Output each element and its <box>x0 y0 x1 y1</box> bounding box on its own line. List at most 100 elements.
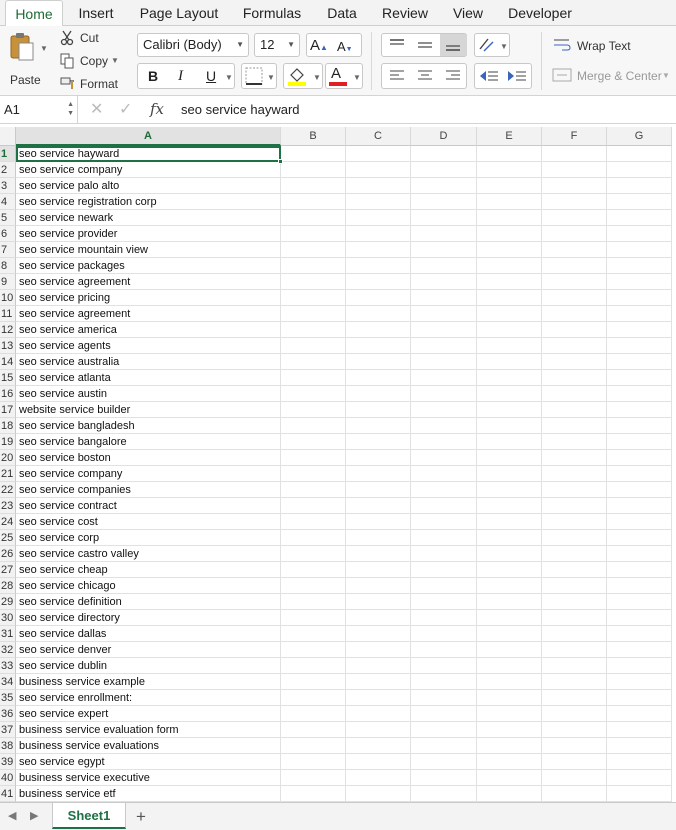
cell-empty[interactable] <box>411 722 477 738</box>
previous-sheet-icon[interactable]: ◀ <box>8 803 16 830</box>
cell-a[interactable]: seo service cheap <box>16 562 281 578</box>
cell-a[interactable]: seo service denver <box>16 642 281 658</box>
cell-empty[interactable] <box>542 674 607 690</box>
cell-empty[interactable] <box>477 530 542 546</box>
cell-a[interactable]: seo service cost <box>16 514 281 530</box>
cell-empty[interactable] <box>542 450 607 466</box>
cell-empty[interactable] <box>281 322 346 338</box>
cell-empty[interactable] <box>411 162 477 178</box>
cell-empty[interactable] <box>411 578 477 594</box>
cell-a[interactable]: seo service dallas <box>16 626 281 642</box>
cell-empty[interactable] <box>346 162 411 178</box>
cell-empty[interactable] <box>411 386 477 402</box>
cell-empty[interactable] <box>281 530 346 546</box>
row-header[interactable]: 26 <box>0 546 16 562</box>
cell-a[interactable]: seo service bangalore <box>16 434 281 450</box>
cell-empty[interactable] <box>542 226 607 242</box>
cell-empty[interactable] <box>607 786 672 802</box>
cell-empty[interactable] <box>542 754 607 770</box>
italic-button[interactable]: I <box>178 68 183 85</box>
fill-handle[interactable] <box>278 159 283 164</box>
cell-empty[interactable] <box>281 722 346 738</box>
cell-empty[interactable] <box>346 418 411 434</box>
row-header[interactable]: 40 <box>0 770 16 786</box>
cell-a[interactable]: seo service palo alto <box>16 178 281 194</box>
row-header[interactable]: 13 <box>0 338 16 354</box>
cell-empty[interactable] <box>477 690 542 706</box>
font-size-select[interactable]: 12 ▼ <box>254 33 300 57</box>
row-header[interactable]: 34 <box>0 674 16 690</box>
cell-empty[interactable] <box>281 674 346 690</box>
cell-empty[interactable] <box>477 322 542 338</box>
borders-button[interactable]: ▼ <box>241 63 277 89</box>
cell-empty[interactable] <box>477 450 542 466</box>
cell-empty[interactable] <box>346 274 411 290</box>
tab-view[interactable]: View <box>444 0 492 26</box>
cell-empty[interactable] <box>477 562 542 578</box>
cell-empty[interactable] <box>411 770 477 786</box>
cell-empty[interactable] <box>607 514 672 530</box>
cell-empty[interactable] <box>346 226 411 242</box>
column-header-c[interactable]: C <box>346 127 411 146</box>
orientation-button[interactable]: ▼ <box>474 33 510 57</box>
cell-empty[interactable] <box>477 242 542 258</box>
cell-empty[interactable] <box>607 690 672 706</box>
cell-empty[interactable] <box>607 466 672 482</box>
cell-empty[interactable] <box>411 322 477 338</box>
cell-empty[interactable] <box>607 530 672 546</box>
cell-empty[interactable] <box>281 354 346 370</box>
cell-empty[interactable] <box>607 178 672 194</box>
cell-empty[interactable] <box>346 386 411 402</box>
cell-empty[interactable] <box>542 178 607 194</box>
cell-a[interactable]: website service builder <box>16 402 281 418</box>
cancel-icon[interactable]: ✕ <box>90 96 103 123</box>
cell-empty[interactable] <box>346 770 411 786</box>
cell-empty[interactable] <box>542 610 607 626</box>
cell-empty[interactable] <box>281 738 346 754</box>
cell-empty[interactable] <box>411 690 477 706</box>
cell-empty[interactable] <box>346 466 411 482</box>
cell-empty[interactable] <box>411 370 477 386</box>
cell-empty[interactable] <box>607 498 672 514</box>
cell-a[interactable]: seo service directory <box>16 610 281 626</box>
cell-empty[interactable] <box>607 338 672 354</box>
cell-empty[interactable] <box>607 578 672 594</box>
cell-empty[interactable] <box>477 786 542 802</box>
tab-insert[interactable]: Insert <box>68 0 124 26</box>
cell-empty[interactable] <box>281 370 346 386</box>
cell-empty[interactable] <box>477 754 542 770</box>
cell-empty[interactable] <box>281 434 346 450</box>
cell-empty[interactable] <box>542 626 607 642</box>
cell-empty[interactable] <box>281 338 346 354</box>
cell-empty[interactable] <box>607 290 672 306</box>
cell-empty[interactable] <box>477 642 542 658</box>
row-header[interactable]: 12 <box>0 322 16 338</box>
row-header[interactable]: 5 <box>0 210 16 226</box>
cell-empty[interactable] <box>281 258 346 274</box>
cell-empty[interactable] <box>346 610 411 626</box>
cell-empty[interactable] <box>281 642 346 658</box>
cell-empty[interactable] <box>607 402 672 418</box>
cell-empty[interactable] <box>477 386 542 402</box>
insert-function-button[interactable]: fx <box>150 96 164 123</box>
cell-empty[interactable] <box>542 466 607 482</box>
cell-empty[interactable] <box>607 674 672 690</box>
increase-indent-icon[interactable] <box>506 68 528 84</box>
cell-a[interactable]: seo service bangladesh <box>16 418 281 434</box>
cell-empty[interactable] <box>542 530 607 546</box>
tab-home[interactable]: Home <box>5 0 63 27</box>
cell-empty[interactable] <box>411 594 477 610</box>
cell-empty[interactable] <box>346 498 411 514</box>
cell-empty[interactable] <box>542 642 607 658</box>
cell-a[interactable]: business service evaluation form <box>16 722 281 738</box>
cell-empty[interactable] <box>411 642 477 658</box>
tab-page-layout[interactable]: Page Layout <box>132 0 226 26</box>
cell-empty[interactable] <box>281 578 346 594</box>
cell-a[interactable]: seo service boston <box>16 450 281 466</box>
wrap-text-button[interactable]: Wrap Text <box>552 36 662 56</box>
cell-empty[interactable] <box>477 210 542 226</box>
cell-empty[interactable] <box>477 514 542 530</box>
cell-empty[interactable] <box>607 306 672 322</box>
row-header[interactable]: 31 <box>0 626 16 642</box>
cell-a[interactable]: seo service austin <box>16 386 281 402</box>
